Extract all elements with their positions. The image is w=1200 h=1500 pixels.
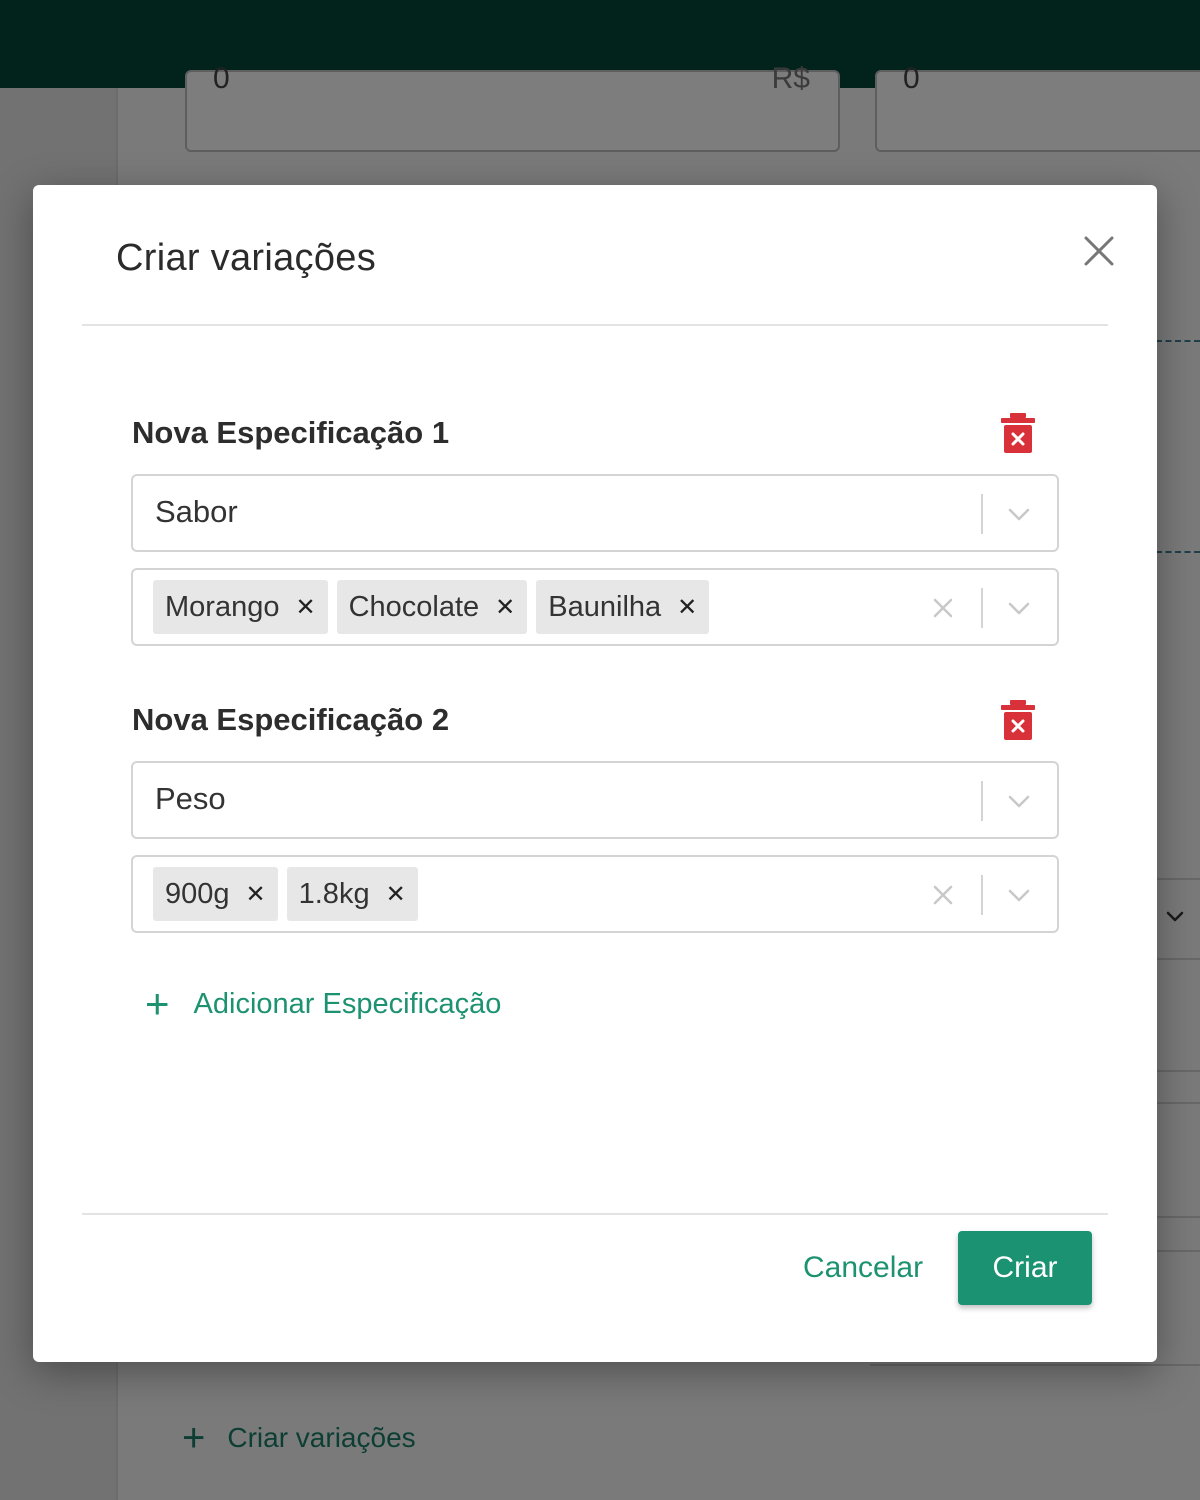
attribute-select[interactable]: Peso bbox=[131, 761, 1059, 839]
chip-label: 1.8kg bbox=[298, 877, 370, 910]
chip-list: 900g ✕ 1.8kg ✕ bbox=[153, 867, 418, 921]
create-variations-label: Criar variações bbox=[227, 1422, 416, 1453]
chip-label: Morango bbox=[165, 590, 280, 623]
background-divider bbox=[1156, 1216, 1200, 1218]
values-multiselect[interactable]: 900g ✕ 1.8kg ✕ bbox=[131, 855, 1059, 933]
plus-icon: + bbox=[145, 980, 170, 1027]
create-variations-modal: Criar variações Nova Especificação 1 Sab… bbox=[33, 185, 1157, 1362]
value-chip: Chocolate ✕ bbox=[336, 580, 528, 634]
background-price-input[interactable]: 0 R$ bbox=[185, 62, 840, 152]
background-divider bbox=[1156, 878, 1200, 880]
remove-chip-icon[interactable]: ✕ bbox=[246, 880, 266, 909]
value-chip: 1.8kg ✕ bbox=[286, 867, 418, 921]
spec-title: Nova Especificação 1 bbox=[132, 415, 450, 450]
remove-chip-icon[interactable]: ✕ bbox=[495, 593, 515, 622]
select-separator bbox=[981, 875, 983, 915]
background-second-input[interactable]: 0 bbox=[875, 62, 1200, 152]
value-chip: Morango ✕ bbox=[153, 580, 328, 634]
close-icon[interactable] bbox=[1079, 231, 1119, 271]
select-separator bbox=[981, 588, 983, 628]
chevron-down-icon[interactable] bbox=[1005, 596, 1033, 620]
plus-icon: + bbox=[182, 1416, 206, 1460]
add-spec-button[interactable]: + Adicionar Especificação bbox=[145, 983, 501, 1025]
background-divider bbox=[1156, 1250, 1200, 1252]
background-divider bbox=[870, 1364, 1200, 1366]
footer-divider bbox=[82, 1213, 1108, 1215]
chip-label: Chocolate bbox=[348, 590, 480, 623]
chevron-down-icon[interactable] bbox=[1005, 789, 1033, 813]
remove-chip-icon[interactable]: ✕ bbox=[386, 880, 406, 909]
remove-chip-icon[interactable]: ✕ bbox=[677, 593, 697, 622]
chip-list: Morango ✕ Chocolate ✕ Baunilha ✕ bbox=[153, 580, 710, 634]
clear-icon[interactable] bbox=[929, 594, 957, 622]
background-dashed-line bbox=[1156, 551, 1200, 553]
header-divider bbox=[82, 324, 1108, 326]
chevron-down-icon[interactable] bbox=[1005, 883, 1033, 907]
currency-suffix: R$ bbox=[771, 62, 810, 95]
values-multiselect[interactable]: Morango ✕ Chocolate ✕ Baunilha ✕ bbox=[131, 568, 1059, 646]
select-separator bbox=[981, 781, 983, 821]
chevron-down-icon[interactable] bbox=[1164, 905, 1186, 927]
attribute-select-value: Peso bbox=[155, 781, 226, 816]
chip-label: 900g bbox=[165, 877, 230, 910]
modal-title: Criar variações bbox=[116, 237, 377, 279]
value-chip: 900g ✕ bbox=[153, 867, 278, 921]
attribute-select-value: Sabor bbox=[155, 494, 238, 529]
create-variations-link[interactable]: + Criar variações bbox=[182, 1418, 416, 1458]
trash-icon[interactable] bbox=[1001, 700, 1035, 740]
select-separator bbox=[981, 494, 983, 534]
chevron-down-icon[interactable] bbox=[1005, 502, 1033, 526]
add-spec-label: Adicionar Especificação bbox=[193, 987, 502, 1020]
attribute-select[interactable]: Sabor bbox=[131, 474, 1059, 552]
clear-icon[interactable] bbox=[929, 881, 957, 909]
background-price-value: 0 bbox=[213, 62, 230, 95]
cancel-button[interactable]: Cancelar bbox=[793, 1231, 933, 1305]
remove-chip-icon[interactable]: ✕ bbox=[295, 593, 315, 622]
background-divider bbox=[1156, 1070, 1200, 1072]
chip-label: Baunilha bbox=[548, 590, 662, 623]
create-button[interactable]: Criar bbox=[958, 1231, 1092, 1305]
background-divider bbox=[1156, 1102, 1200, 1104]
value-chip: Baunilha ✕ bbox=[536, 580, 710, 634]
spec-title: Nova Especificação 2 bbox=[132, 702, 450, 737]
background-divider bbox=[1156, 958, 1200, 960]
trash-icon[interactable] bbox=[1001, 413, 1035, 453]
background-dashed-line bbox=[1156, 340, 1200, 342]
background-second-value: 0 bbox=[903, 62, 920, 95]
